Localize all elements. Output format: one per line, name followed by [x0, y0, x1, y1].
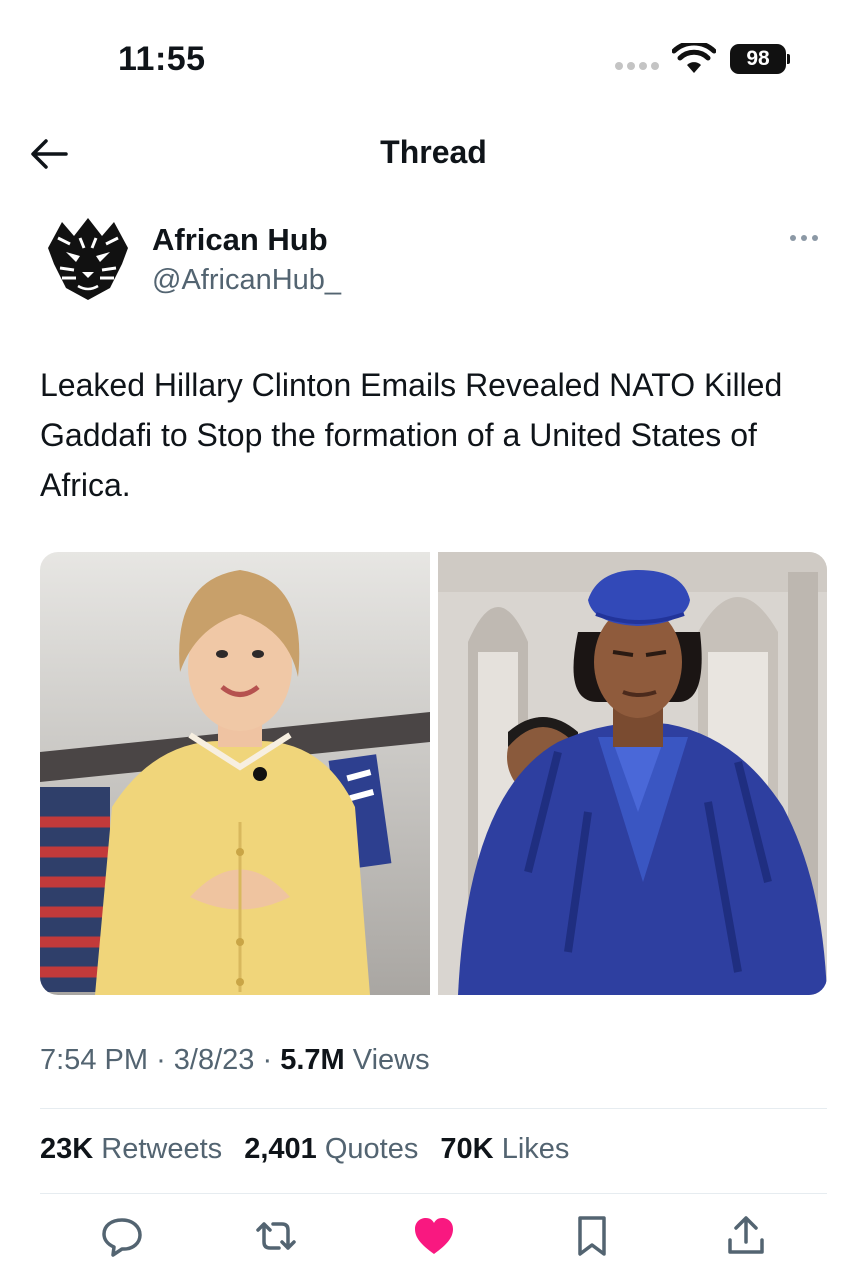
divider [40, 1193, 827, 1194]
media-photo-left[interactable] [40, 552, 430, 995]
tweet-text: Leaked Hillary Clinton Emails Revealed N… [40, 367, 783, 503]
quotes-stat[interactable]: 2,401 Quotes [244, 1133, 426, 1165]
likes-count: 70K [440, 1133, 494, 1165]
retweet-icon[interactable] [252, 1212, 300, 1260]
cellular-signal-icon [615, 62, 659, 70]
wifi-icon [672, 43, 716, 73]
thread-header: Thread [0, 118, 867, 190]
tweet-author: African Hub @AfricanHub_ [40, 208, 840, 308]
battery-level: 98 [730, 44, 786, 74]
author-handle[interactable]: @AfricanHub_ [152, 264, 341, 297]
reply-icon[interactable] [98, 1212, 146, 1260]
meta-separator: · [262, 1044, 273, 1076]
thread-screen: 11:55 98 Thread African Hub @AfricanHub_… [0, 0, 867, 1280]
views-label: Views [352, 1044, 430, 1076]
retweets-label: Retweets [101, 1133, 223, 1165]
retweets-count: 23K [40, 1133, 94, 1165]
more-icon[interactable] [790, 228, 826, 248]
tiger-logo-icon [40, 208, 136, 304]
quotes-count: 2,401 [244, 1133, 317, 1165]
likes-stat[interactable]: 70K Likes [440, 1133, 569, 1165]
tweet-time[interactable]: 7:54 PM [40, 1044, 148, 1076]
tweet-date[interactable]: 3/8/23 [174, 1044, 255, 1076]
meta-separator: · [156, 1044, 166, 1076]
page-title: Thread [380, 134, 487, 170]
divider [40, 1108, 827, 1109]
likes-label: Likes [501, 1133, 570, 1165]
battery-icon: 98 [730, 44, 790, 74]
views-count: 5.7M [280, 1044, 345, 1076]
status-time: 11:55 [118, 40, 206, 78]
share-icon[interactable] [722, 1212, 770, 1260]
tweet-stats: 23K Retweets 2,401 Quotes 70K Likes [40, 1133, 583, 1166]
media-photo-right[interactable] [437, 552, 828, 995]
tweet-media [40, 552, 827, 995]
quotes-label: Quotes [324, 1133, 419, 1165]
like-icon[interactable] [410, 1212, 458, 1260]
bookmark-icon[interactable] [568, 1212, 616, 1260]
author-name[interactable]: African Hub [152, 222, 328, 258]
avatar[interactable] [40, 208, 136, 304]
status-bar: 11:55 98 [0, 0, 867, 110]
tweet-timestamp: 7:54 PM · 3/8/23 · 5.7M Views [40, 1044, 430, 1077]
tweet-action-bar [0, 1212, 867, 1268]
retweets-stat[interactable]: 23K Retweets [40, 1133, 230, 1165]
